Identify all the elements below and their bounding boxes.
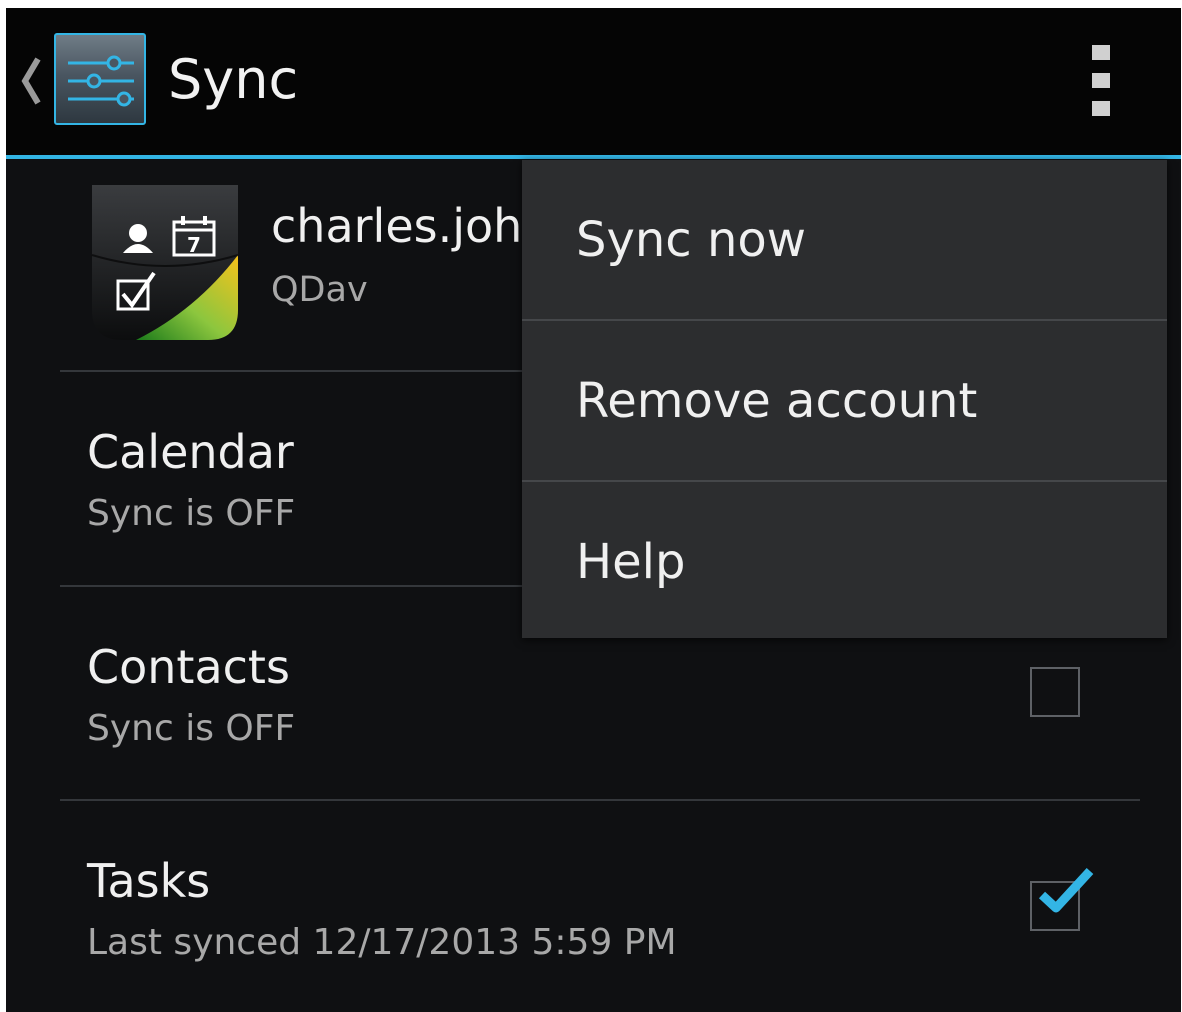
svg-text:7: 7	[187, 233, 201, 257]
sync-item-title: Contacts	[87, 640, 290, 694]
overflow-menu-icon[interactable]	[1092, 45, 1112, 117]
sync-item-tasks[interactable]: Tasks Last synced 12/17/2013 5:59 PM	[6, 801, 1181, 1011]
action-bar-divider	[6, 155, 1181, 159]
sync-checkbox[interactable]	[1030, 867, 1094, 931]
menu-item-help[interactable]: Help	[522, 482, 1167, 641]
sync-item-status: Sync is OFF	[87, 493, 296, 534]
menu-item-label: Sync now	[576, 212, 806, 268]
sync-checkbox[interactable]	[1030, 667, 1080, 717]
sync-item-title: Tasks	[87, 854, 211, 908]
account-type: QDav	[271, 270, 368, 310]
account-sync-icon: 7	[91, 185, 239, 340]
menu-item-label: Remove account	[576, 373, 978, 429]
action-bar: Sync	[6, 8, 1181, 159]
menu-item-label: Help	[576, 534, 686, 590]
menu-item-remove-account[interactable]: Remove account	[522, 321, 1167, 480]
screen: Sync 7 charles.joh QDav Calendar Sync is…	[6, 8, 1181, 1012]
account-name: charles.joh	[271, 199, 523, 253]
checkmark-icon	[1038, 867, 1094, 913]
overflow-popup-menu: Sync now Remove account Help	[522, 160, 1167, 638]
sync-item-status: Last synced 12/17/2013 5:59 PM	[87, 922, 677, 963]
page-title: Sync	[168, 48, 299, 111]
settings-sliders-icon[interactable]	[54, 33, 146, 125]
sync-item-title: Calendar	[87, 425, 294, 479]
sync-item-status: Sync is OFF	[87, 708, 296, 749]
chevron-left-icon[interactable]	[20, 56, 42, 106]
menu-item-sync-now[interactable]: Sync now	[522, 160, 1167, 319]
